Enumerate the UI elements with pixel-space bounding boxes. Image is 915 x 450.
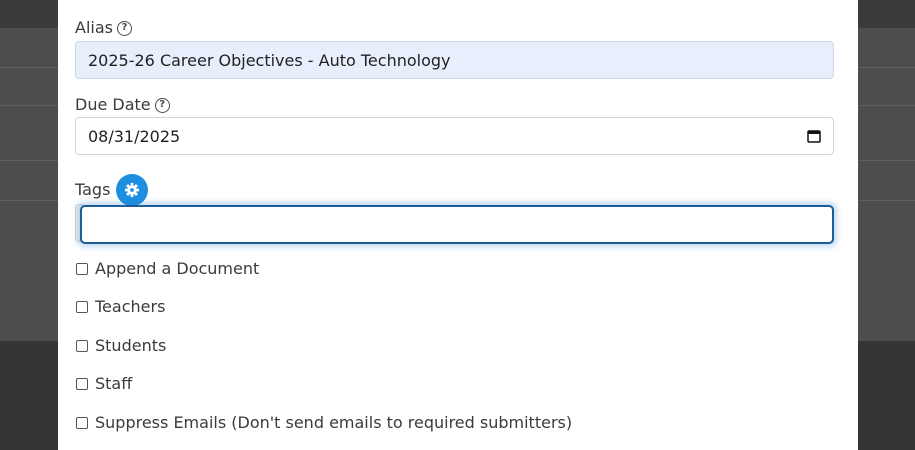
students-label: Students <box>95 336 167 355</box>
suppress-emails-option[interactable]: Suppress Emails (Don't send emails to re… <box>76 413 572 433</box>
due-date-label-text: Due Date <box>75 95 151 114</box>
tags-input[interactable] <box>80 205 834 244</box>
gear-icon[interactable] <box>116 174 149 206</box>
staff-label: Staff <box>95 374 133 393</box>
append-document-label: Append a Document <box>95 259 260 278</box>
due-date-input[interactable]: 08/31/2025 <box>75 117 834 155</box>
teachers-option[interactable]: Teachers <box>76 297 165 317</box>
modal-dialog: Alias ? 2025-26 Career Objectives - Auto… <box>58 0 858 450</box>
suppress-emails-checkbox[interactable] <box>76 417 88 429</box>
students-checkbox[interactable] <box>76 340 88 352</box>
calendar-icon[interactable] <box>807 129 821 143</box>
alias-label-text: Alias <box>75 18 113 37</box>
students-option[interactable]: Students <box>76 336 166 356</box>
alias-label: Alias ? <box>75 18 132 38</box>
tags-label-text: Tags <box>75 180 111 199</box>
tags-label: Tags <box>75 174 149 206</box>
alias-input[interactable]: 2025-26 Career Objectives - Auto Technol… <box>75 41 834 79</box>
teachers-label: Teachers <box>95 297 166 316</box>
append-document-option[interactable]: Append a Document <box>76 259 259 279</box>
alias-value: 2025-26 Career Objectives - Auto Technol… <box>88 50 451 70</box>
staff-option[interactable]: Staff <box>76 374 132 394</box>
help-circle-icon[interactable]: ? <box>154 97 170 113</box>
due-date-value: 08/31/2025 <box>88 126 181 146</box>
suppress-emails-label: Suppress Emails (Don't send emails to re… <box>95 413 573 432</box>
append-document-checkbox[interactable] <box>76 263 88 275</box>
teachers-checkbox[interactable] <box>76 301 88 313</box>
help-circle-icon[interactable]: ? <box>116 20 132 36</box>
due-date-label: Due Date ? <box>75 95 170 115</box>
staff-checkbox[interactable] <box>76 378 88 390</box>
